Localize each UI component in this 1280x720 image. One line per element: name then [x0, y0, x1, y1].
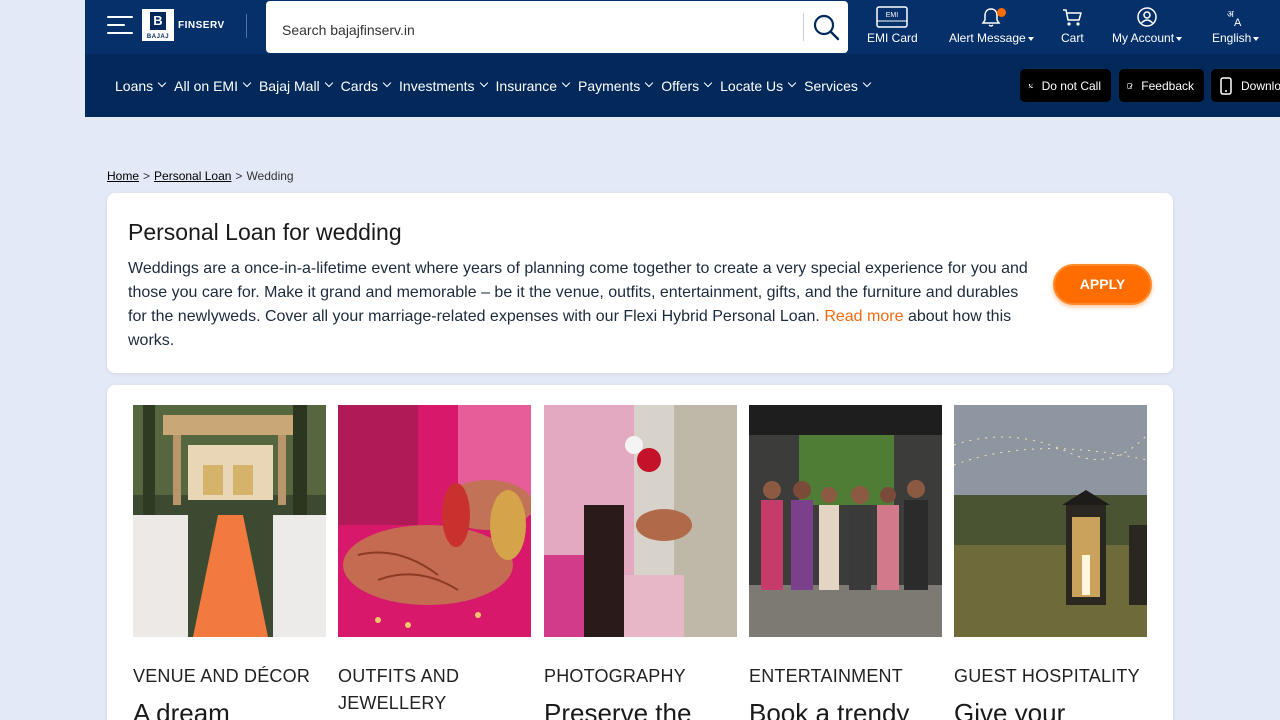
photography-image — [544, 405, 737, 637]
divider — [246, 14, 247, 38]
categories-card: VENUE AND DÉCOR A dream OUTFITS AND JEWE… — [107, 385, 1173, 720]
category-photography[interactable]: PHOTOGRAPHY Preserve the — [544, 405, 737, 720]
outfits-image — [338, 405, 531, 637]
chevron-down-icon — [382, 78, 392, 88]
breadcrumb-current: Wedding — [246, 169, 294, 183]
nav-item-loans[interactable]: Loans — [115, 78, 167, 94]
site-header: B BAJAJ FINSERV Search bajajfinserv.in E… — [85, 0, 1280, 117]
divider — [803, 13, 804, 41]
nav-item-locate-us[interactable]: Locate Us — [720, 78, 797, 94]
caret-icon — [1176, 36, 1183, 41]
hospitality-image — [954, 405, 1147, 637]
nav-item-all-on-emi[interactable]: All on EMI — [174, 78, 252, 94]
entertainment-image — [749, 405, 942, 637]
nav-item-investments[interactable]: Investments — [399, 78, 488, 94]
category-title: A dream — [133, 698, 230, 720]
breadcrumb: Home > Personal Loan > Wedding — [107, 169, 294, 183]
chevron-down-icon — [157, 78, 167, 88]
breadcrumb-home-link[interactable]: Home — [107, 169, 139, 183]
category-tag: PHOTOGRAPHY — [544, 666, 686, 686]
search-icon[interactable] — [812, 13, 840, 41]
category-entertainment[interactable]: ENTERTAINMENT Book a trendy — [749, 405, 942, 720]
emi-card-link[interactable]: EMI EMI Card — [867, 6, 918, 45]
search-bar[interactable]: Search bajajfinserv.in — [266, 1, 848, 53]
search-input[interactable]: Search bajajfinserv.in — [282, 22, 415, 38]
menu-icon[interactable] — [107, 15, 133, 35]
intro-description: Weddings are a once-in-a-lifetime event … — [128, 260, 1028, 349]
brand-logo[interactable]: B BAJAJ FINSERV — [142, 9, 225, 41]
no-call-icon — [1028, 83, 1034, 88]
caret-icon — [1253, 36, 1260, 41]
category-title: Give your — [954, 698, 1066, 720]
breadcrumb-personal-loan-link[interactable]: Personal Loan — [154, 169, 231, 183]
emi-card-icon: EMI — [876, 6, 909, 28]
category-venue-decor[interactable]: VENUE AND DÉCOR A dream — [133, 405, 326, 720]
logo-text: FINSERV — [178, 19, 225, 31]
read-more-link[interactable]: Read more — [824, 308, 903, 325]
category-title: Preserve the — [544, 698, 692, 720]
category-tag: ENTERTAINMENT — [749, 666, 903, 686]
language-selector[interactable]: अ A English — [1212, 6, 1260, 45]
user-icon — [1137, 7, 1157, 27]
chevron-down-icon — [862, 78, 872, 88]
category-outfits-jewellery[interactable]: OUTFITS AND JEWELLERY — [338, 405, 531, 720]
category-tag: OUTFITS AND JEWELLERY — [338, 666, 460, 713]
category-tag: VENUE AND DÉCOR — [133, 666, 311, 686]
nav-item-bajaj-mall[interactable]: Bajaj Mall — [259, 78, 333, 94]
category-title: Book a trendy — [749, 698, 910, 720]
chevron-down-icon — [324, 78, 333, 88]
nav-item-cards[interactable]: Cards — [341, 78, 392, 94]
chevron-down-icon — [242, 78, 252, 88]
feedback-button[interactable]: Feedback — [1119, 69, 1204, 102]
apply-button[interactable]: APPLY — [1053, 264, 1152, 305]
do-not-call-button[interactable]: Do not Call — [1020, 69, 1111, 102]
svg-text:EMI: EMI — [886, 12, 899, 19]
download-app-button[interactable]: Downlo — [1211, 69, 1280, 102]
cart-link[interactable]: Cart — [1061, 6, 1084, 45]
category-tag: GUEST HOSPITALITY — [954, 666, 1140, 686]
chevron-down-icon — [787, 78, 797, 88]
my-account-link[interactable]: My Account — [1112, 6, 1183, 45]
chevron-down-icon — [645, 78, 654, 88]
alert-message-link[interactable]: Alert Message — [949, 6, 1034, 45]
cart-icon — [1063, 9, 1083, 26]
nav-item-services[interactable]: Services — [804, 78, 872, 94]
nav-item-insurance[interactable]: Insurance — [496, 78, 571, 94]
chevron-down-icon — [479, 78, 488, 88]
nav-item-payments[interactable]: Payments — [578, 78, 654, 94]
language-icon: अ A — [1227, 10, 1242, 28]
caret-icon — [1027, 36, 1034, 41]
alert-dot — [997, 8, 1006, 17]
feedback-icon — [1127, 82, 1133, 89]
nav-item-offers[interactable]: Offers — [661, 78, 713, 94]
intro-card: Personal Loan for wedding Weddings are a… — [107, 193, 1173, 373]
main-nav: Loans All on EMI Bajaj Mall Cards Invest… — [115, 78, 879, 94]
svg-text:A: A — [1234, 17, 1242, 28]
top-bar: B BAJAJ FINSERV Search bajajfinserv.in E… — [85, 0, 1280, 54]
page-title: Personal Loan for wedding — [128, 219, 402, 245]
chevron-down-icon — [561, 78, 571, 88]
chevron-down-icon — [703, 78, 713, 88]
phone-icon — [1220, 76, 1232, 95]
category-guest-hospitality[interactable]: GUEST HOSPITALITY Give your — [954, 405, 1147, 720]
venue-image — [133, 405, 326, 637]
logo-mark: B BAJAJ — [142, 9, 174, 41]
